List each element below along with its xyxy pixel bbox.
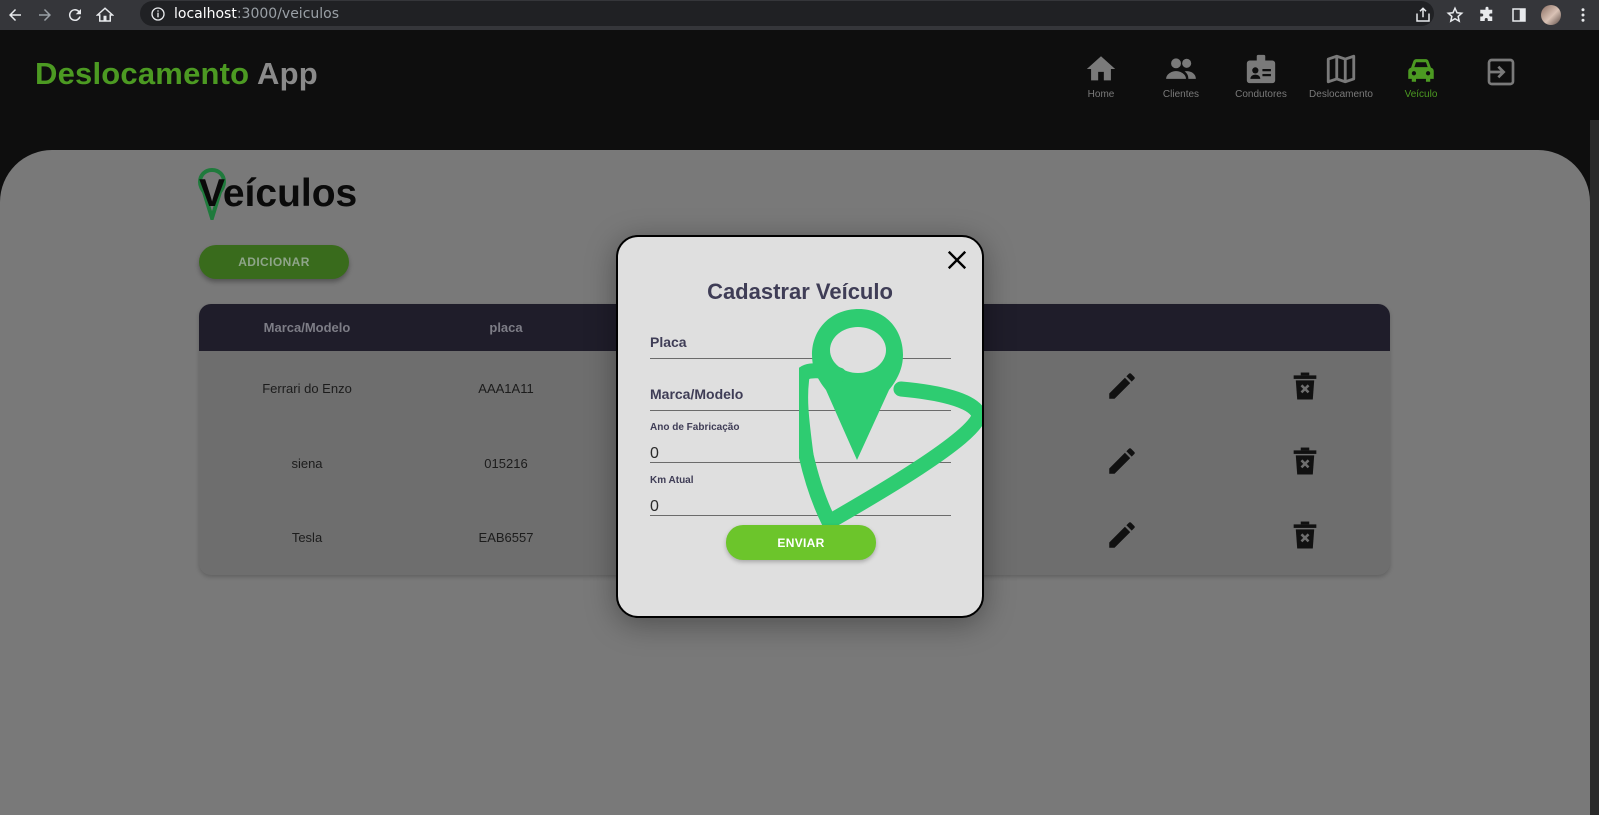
forward-button[interactable] xyxy=(30,0,60,30)
cell-placa: EAB6557 xyxy=(478,530,534,545)
cell-placa: 015216 xyxy=(484,456,528,471)
page-title: Veículos xyxy=(199,172,358,215)
nav-deslocamento[interactable]: Deslocamento xyxy=(1301,52,1381,100)
km-atual-field[interactable]: Km Atual 0 xyxy=(650,470,951,516)
delete-icon[interactable] xyxy=(1288,444,1322,478)
nav-clientes-label: Clientes xyxy=(1162,89,1200,100)
nav-veiculo-label: Veículo xyxy=(1404,89,1438,100)
edit-icon[interactable] xyxy=(1105,444,1139,478)
nav-home[interactable]: Home xyxy=(1061,52,1141,100)
browser-menu-button[interactable] xyxy=(1567,0,1599,30)
cell-marca: Ferrari do Enzo xyxy=(262,381,352,396)
nav-clientes[interactable]: Clientes xyxy=(1141,52,1221,100)
browser-actions xyxy=(1407,0,1599,30)
column-header-marca: Marca/Modelo xyxy=(263,320,351,335)
modal-title: Cadastrar Veículo xyxy=(707,279,893,304)
info-icon xyxy=(151,6,165,21)
url-path: :3000/veiculos xyxy=(236,5,340,22)
arrow-right-icon xyxy=(39,9,51,21)
edit-icon[interactable] xyxy=(1105,369,1139,403)
km-atual-label: Km Atual xyxy=(650,475,694,486)
map-icon xyxy=(1326,54,1356,84)
badge-icon xyxy=(1246,54,1276,84)
arrow-left-icon xyxy=(9,9,21,21)
side-panel-button[interactable] xyxy=(1503,0,1535,30)
nav-veiculo[interactable]: Veículo xyxy=(1381,52,1461,100)
placa-label: Placa xyxy=(650,334,687,350)
cell-marca: siena xyxy=(291,456,323,471)
share-icon xyxy=(1416,7,1430,22)
marca-modelo-label: Marca/Modelo xyxy=(650,386,744,402)
logout-icon xyxy=(1487,58,1515,86)
cell-marca: Tesla xyxy=(291,530,323,545)
side-panel-icon xyxy=(1512,8,1526,22)
column-header-placa: placa xyxy=(489,320,523,335)
puzzle-icon xyxy=(1480,6,1493,21)
url-host: localhost xyxy=(174,5,237,22)
km-atual-value[interactable]: 0 xyxy=(650,498,951,518)
car-icon xyxy=(1408,59,1434,82)
home-icon xyxy=(1086,56,1116,81)
send-button[interactable]: ENVIAR xyxy=(726,525,876,560)
nav-condutores-label: Condutores xyxy=(1235,89,1287,100)
reload-button[interactable] xyxy=(60,0,90,30)
app-header: Deslocamento App Home Clientes Condutore… xyxy=(0,30,1599,148)
add-button[interactable]: ADICIONAR xyxy=(199,245,349,279)
back-button[interactable] xyxy=(0,0,30,30)
share-button[interactable] xyxy=(1407,0,1439,30)
address-bar[interactable]: localhost:3000/veiculos xyxy=(140,1,1434,26)
bookmark-button[interactable] xyxy=(1439,0,1471,30)
main-nav: Home Clientes Condutores Deslocamento Ve… xyxy=(1061,52,1541,100)
people-icon xyxy=(1166,58,1196,79)
profile-avatar[interactable] xyxy=(1541,5,1561,25)
placa-field[interactable]: Placa xyxy=(650,334,951,359)
close-icon[interactable] xyxy=(946,249,968,271)
brand-suffix: App xyxy=(256,56,318,91)
page-scrollbar[interactable] xyxy=(1590,120,1599,815)
nav-deslocamento-label: Deslocamento xyxy=(1309,89,1373,100)
ano-fabricacao-value[interactable]: 0 xyxy=(650,445,951,465)
ano-fabricacao-label: Ano de Fabricação xyxy=(650,422,740,433)
kebab-menu-icon xyxy=(1581,8,1585,22)
brand-name: Deslocamento xyxy=(35,56,250,91)
cell-placa: AAA1A11 xyxy=(478,381,534,396)
url-text: localhost:3000/veiculos xyxy=(174,6,339,22)
nav-condutores[interactable]: Condutores xyxy=(1221,52,1301,100)
home-browser-button[interactable] xyxy=(90,0,120,30)
delete-icon[interactable] xyxy=(1288,518,1322,552)
marca-modelo-field[interactable]: Marca/Modelo xyxy=(650,386,951,411)
logout-button[interactable] xyxy=(1461,52,1541,100)
extensions-button[interactable] xyxy=(1471,0,1503,30)
nav-home-label: Home xyxy=(1087,89,1115,100)
ano-fabricacao-field[interactable]: Ano de Fabricação 0 xyxy=(650,417,951,463)
register-vehicle-modal: Cadastrar Veículo Placa Marca/Modelo Ano… xyxy=(616,235,984,618)
reload-icon xyxy=(68,9,81,22)
brand-logo[interactable]: Deslocamento App xyxy=(35,56,318,92)
star-icon xyxy=(1446,6,1464,23)
delete-icon[interactable] xyxy=(1288,369,1322,403)
home-outline-icon xyxy=(96,7,114,22)
browser-toolbar: localhost:3000/veiculos xyxy=(0,0,1599,30)
edit-icon[interactable] xyxy=(1105,518,1139,552)
